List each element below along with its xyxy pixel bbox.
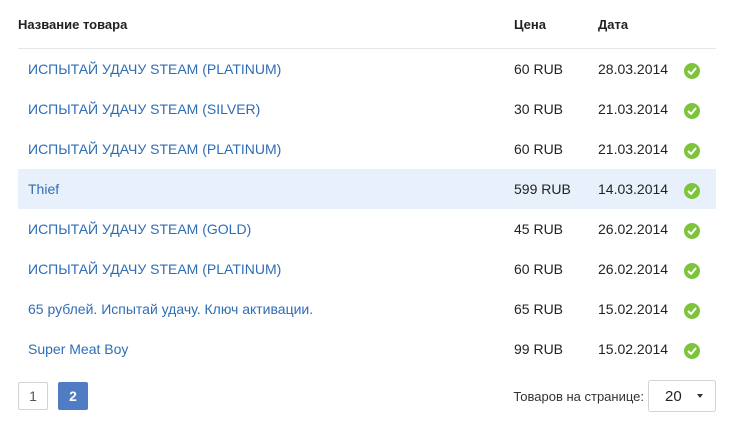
header-name: Название товара xyxy=(18,16,128,32)
price-cell: 30 RUB xyxy=(514,101,564,117)
per-page-value: 20 xyxy=(665,387,682,405)
header-price: Цена xyxy=(514,16,546,32)
product-link[interactable]: Super Meat Boy xyxy=(28,341,128,357)
product-link[interactable]: ИСПЫТАЙ УДАЧУ STEAM (PLATINUM) xyxy=(28,141,281,157)
check-icon xyxy=(684,262,700,279)
price-cell: 65 RUB xyxy=(514,301,564,317)
table-row: ИСПЫТАЙ УДАЧУ STEAM (GOLD) 45 RUB 26.02.… xyxy=(18,209,716,249)
per-page-select[interactable]: 20 xyxy=(648,380,716,412)
table-row: ИСПЫТАЙ УДАЧУ STEAM (PLATINUM) 60 RUB 26… xyxy=(18,249,716,289)
product-link[interactable]: ИСПЫТАЙ УДАЧУ STEAM (GOLD) xyxy=(28,221,251,237)
check-icon xyxy=(684,182,700,199)
header-date: Дата xyxy=(598,16,629,32)
chevron-down-icon xyxy=(697,394,703,398)
product-link[interactable]: ИСПЫТАЙ УДАЧУ STEAM (PLATINUM) xyxy=(28,261,281,277)
date-cell: 21.03.2014 xyxy=(598,141,669,157)
page-button-2[interactable]: 2 xyxy=(58,382,88,410)
product-link[interactable]: ИСПЫТАЙ УДАЧУ STEAM (PLATINUM) xyxy=(28,61,281,77)
page-button-1[interactable]: 1 xyxy=(18,382,48,410)
check-icon xyxy=(684,62,700,79)
date-cell: 26.02.2014 xyxy=(598,261,669,277)
date-cell: 15.02.2014 xyxy=(598,341,669,357)
table-row: ИСПЫТАЙ УДАЧУ STEAM (SILVER) 30 RUB 21.0… xyxy=(18,89,716,129)
check-icon xyxy=(684,102,700,119)
price-cell: 60 RUB xyxy=(514,61,564,77)
price-cell: 99 RUB xyxy=(514,341,564,357)
table-row: ИСПЫТАЙ УДАЧУ STEAM (PLATINUM) 60 RUB 21… xyxy=(18,129,716,169)
price-cell: 60 RUB xyxy=(514,141,564,157)
check-icon xyxy=(684,342,700,359)
per-page-label: Товаров на странице: xyxy=(513,388,644,404)
product-link[interactable]: Thief xyxy=(28,181,59,197)
date-cell: 15.02.2014 xyxy=(598,301,669,317)
table-row: Thief 599 RUB 14.03.2014 xyxy=(18,169,716,209)
product-link[interactable]: 65 рублей. Испытай удачу. Ключ активации… xyxy=(28,301,313,317)
table-header: Название товара Цена Дата xyxy=(18,0,716,49)
date-cell: 26.02.2014 xyxy=(598,221,669,237)
table-row: ИСПЫТАЙ УДАЧУ STEAM (PLATINUM) 60 RUB 28… xyxy=(18,49,716,89)
price-cell: 45 RUB xyxy=(514,221,564,237)
date-cell: 28.03.2014 xyxy=(598,61,669,77)
date-cell: 14.03.2014 xyxy=(598,181,669,197)
check-icon xyxy=(684,302,700,319)
price-cell: 60 RUB xyxy=(514,261,564,277)
table-row: Super Meat Boy 99 RUB 15.02.2014 xyxy=(18,329,716,369)
product-link[interactable]: ИСПЫТАЙ УДАЧУ STEAM (SILVER) xyxy=(28,101,260,117)
check-icon xyxy=(684,222,700,239)
pagination: 1 2 xyxy=(18,382,88,410)
purchases-table: Название товара Цена Дата ИСПЫТАЙ УДАЧУ … xyxy=(18,0,716,369)
per-page-control: Товаров на странице: 20 xyxy=(513,380,716,412)
price-cell: 599 RUB xyxy=(514,181,571,197)
table-row: 65 рублей. Испытай удачу. Ключ активации… xyxy=(18,289,716,329)
check-icon xyxy=(684,142,700,159)
date-cell: 21.03.2014 xyxy=(598,101,669,117)
